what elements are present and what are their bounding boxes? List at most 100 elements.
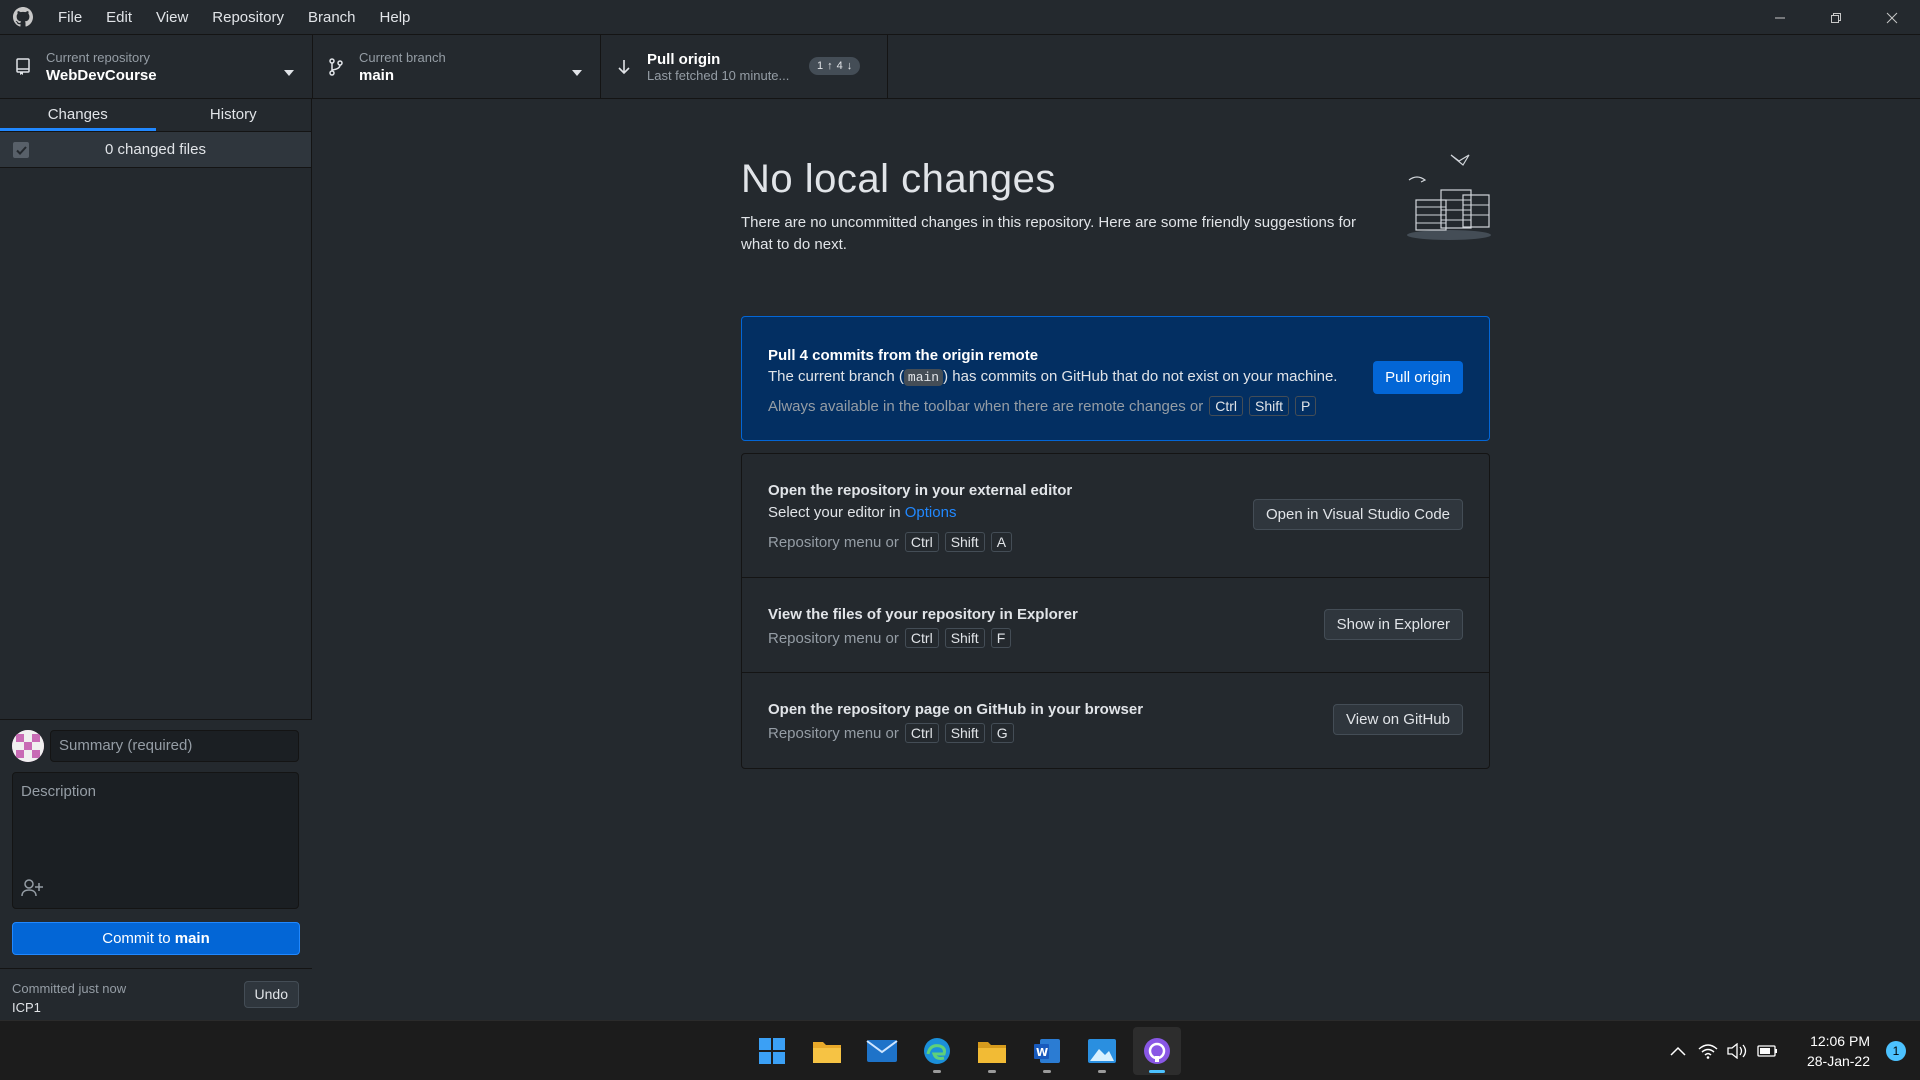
- menu-file[interactable]: File: [46, 0, 94, 35]
- mail-icon[interactable]: [858, 1027, 906, 1075]
- menu-help[interactable]: Help: [368, 0, 423, 35]
- kbd-ctrl: Ctrl: [904, 532, 939, 552]
- window-controls: [1752, 0, 1920, 35]
- pull-subtitle: Last fetched 10 minute...: [647, 68, 790, 83]
- branch-name: main: [359, 67, 395, 84]
- kbd-ctrl: Ctrl: [904, 723, 939, 743]
- repository-selector[interactable]: Current repository WebDevCourse: [0, 35, 313, 99]
- file-explorer-icon[interactable]: [803, 1027, 851, 1075]
- changed-files-header: 0 changed files: [0, 132, 311, 168]
- action-view-github: Open the repository page on GitHub in yo…: [742, 673, 1489, 768]
- kbd-ctrl: Ctrl: [904, 628, 939, 648]
- hint-text: Repository menu or: [768, 533, 899, 551]
- action-hint: Repository menu or Ctrl Shift F: [768, 628, 1012, 648]
- notification-badge[interactable]: 1: [1886, 1041, 1906, 1061]
- chevron-up-icon[interactable]: [1663, 1021, 1693, 1080]
- branch-selector[interactable]: Current branch main: [313, 35, 601, 99]
- commit-branch: main: [174, 930, 210, 947]
- pull-suggestion-description: The current branch (main) has commits on…: [768, 368, 1337, 386]
- check-icon: [15, 145, 27, 155]
- pull-suggestion-hint: Always available in the toolbar when the…: [768, 396, 1317, 416]
- clock-date: 28-Jan-22: [1806, 1053, 1870, 1069]
- hint-text: Repository menu or: [768, 629, 899, 647]
- options-link[interactable]: Options: [905, 504, 957, 521]
- restore-button[interactable]: [1808, 0, 1864, 35]
- action-subtitle: Select your editor in Options: [768, 504, 956, 521]
- main-panel: No local changes There are no uncommitte…: [313, 99, 1920, 1020]
- page-title: No local changes: [741, 157, 1056, 201]
- kbd-a: A: [990, 532, 1013, 552]
- sidebar: Changes History 0 changed files Summary …: [0, 99, 312, 1021]
- clock[interactable]: 12:06 PM 28-Jan-22: [1783, 1031, 1886, 1071]
- action-subtitle-text: Select your editor in: [768, 504, 901, 521]
- arrow-down-icon: [601, 59, 647, 75]
- wifi-icon[interactable]: [1693, 1021, 1723, 1080]
- close-button[interactable]: [1864, 0, 1920, 35]
- ahead-behind-badge: 1 ↑ 4 ↓: [809, 57, 861, 75]
- behind-count: 4: [836, 60, 843, 72]
- summary-input[interactable]: Summary (required): [50, 730, 299, 762]
- kbd-ctrl: Ctrl: [1209, 396, 1244, 416]
- kbd-shift: Shift: [944, 532, 985, 552]
- empty-state-illustration: [1401, 145, 1496, 245]
- undo-button[interactable]: Undo: [243, 981, 299, 1008]
- kbd-shift: Shift: [1249, 396, 1290, 416]
- show-in-explorer-button[interactable]: Show in Explorer: [1323, 609, 1463, 640]
- action-hint: Repository menu or Ctrl Shift G: [768, 723, 1014, 743]
- start-icon[interactable]: [748, 1027, 796, 1075]
- volume-icon[interactable]: [1723, 1021, 1753, 1080]
- kbd-g: G: [990, 723, 1014, 743]
- action-title: Open the repository in your external edi…: [768, 482, 1073, 499]
- taskbar: W 12:06 PM 28-Jan-22 1: [0, 1020, 1920, 1080]
- branch-label: Current branch: [359, 50, 446, 65]
- menu-branch[interactable]: Branch: [296, 0, 368, 35]
- photos-icon[interactable]: [1078, 1027, 1126, 1075]
- undo-label: Committed just now: [12, 981, 127, 996]
- view-on-github-button[interactable]: View on GitHub: [1333, 704, 1463, 735]
- action-open-editor: Open the repository in your external edi…: [742, 454, 1489, 578]
- kbd-shift: Shift: [944, 723, 985, 743]
- folder-icon[interactable]: [968, 1027, 1016, 1075]
- changed-files-count: 0 changed files: [105, 141, 206, 158]
- github-desktop-icon[interactable]: [1133, 1027, 1181, 1075]
- action-show-explorer: View the files of your repository in Exp…: [742, 578, 1489, 673]
- desc-text-after: ) has commits on GitHub that do not exis…: [943, 368, 1338, 385]
- battery-icon[interactable]: [1753, 1021, 1783, 1080]
- menu-repository[interactable]: Repository: [200, 0, 296, 35]
- minimize-button[interactable]: [1752, 0, 1808, 35]
- kbd-shift: Shift: [944, 628, 985, 648]
- tab-history[interactable]: History: [156, 99, 312, 131]
- avatar: [12, 730, 44, 762]
- edge-icon[interactable]: [913, 1027, 961, 1075]
- menu-bar: File Edit View Repository Branch Help: [46, 0, 422, 35]
- sidebar-tabs: Changes History: [0, 99, 311, 132]
- hint-text: Always available in the toolbar when the…: [768, 397, 1204, 415]
- action-title: Open the repository page on GitHub in yo…: [768, 701, 1144, 718]
- word-icon[interactable]: W: [1023, 1027, 1071, 1075]
- desc-text-before: The current branch (: [768, 368, 904, 385]
- add-coauthor-icon[interactable]: [21, 879, 43, 900]
- toolbar: Current repository WebDevCourse Current …: [0, 35, 1920, 99]
- clock-time: 12:06 PM: [1810, 1033, 1870, 1049]
- menu-edit[interactable]: Edit: [94, 0, 144, 35]
- github-logo-icon: [0, 0, 46, 35]
- system-tray: 12:06 PM 28-Jan-22 1: [1663, 1021, 1920, 1080]
- commit-prefix: Commit to: [102, 930, 171, 947]
- undo-commit-message: ICP1: [12, 1000, 41, 1015]
- repo-name: WebDevCourse: [46, 67, 157, 84]
- open-in-editor-button[interactable]: Open in Visual Studio Code: [1252, 499, 1463, 530]
- commit-button[interactable]: Commit to main: [12, 922, 300, 955]
- menu-view[interactable]: View: [144, 0, 200, 35]
- commit-form: Summary (required) Description Commit to…: [0, 719, 312, 1021]
- select-all-checkbox[interactable]: [13, 142, 29, 158]
- pull-origin-action-button[interactable]: Pull origin: [1373, 361, 1463, 394]
- pull-label: Pull origin: [647, 51, 721, 68]
- description-input[interactable]: Description: [12, 772, 299, 909]
- caret-down-icon: [284, 63, 294, 79]
- pull-origin-button[interactable]: Pull origin Last fetched 10 minute... 1 …: [601, 35, 888, 99]
- ahead-count: 1: [817, 60, 824, 72]
- tab-changes[interactable]: Changes: [0, 99, 156, 131]
- svg-text:W: W: [1036, 1046, 1048, 1059]
- arrow-down-small-icon: ↓: [846, 60, 853, 72]
- title-bar: File Edit View Repository Branch Help: [0, 0, 1920, 35]
